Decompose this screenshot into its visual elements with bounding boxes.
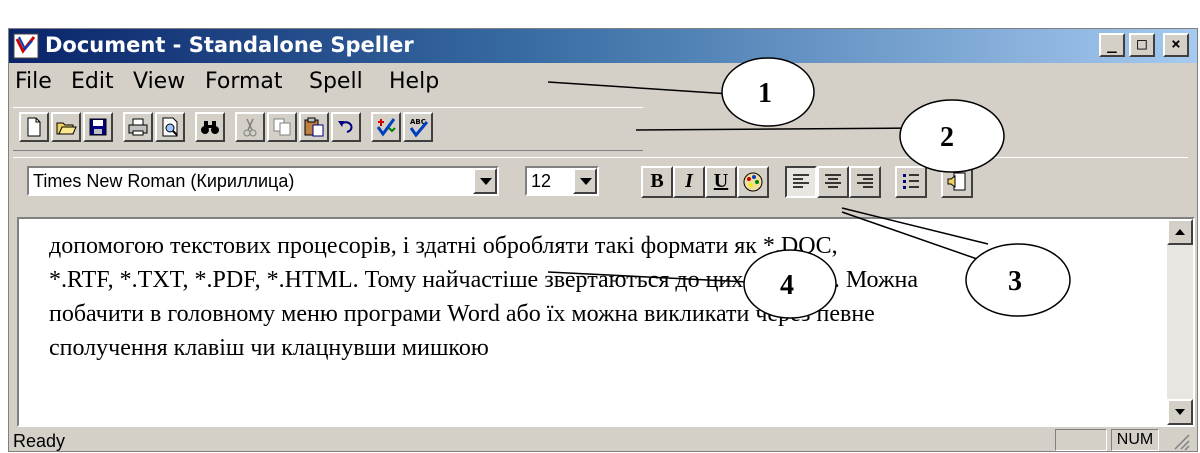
bullet-list-icon	[903, 174, 919, 189]
print-preview-icon	[162, 117, 178, 137]
status-pane-caps	[1055, 429, 1107, 451]
copy-icon	[273, 118, 291, 136]
new-button[interactable]	[19, 112, 49, 142]
speak-button[interactable]	[941, 166, 973, 198]
document-editor[interactable]: допомогою текстових процесорів, і здатні…	[17, 217, 1195, 427]
menu-view[interactable]: View	[133, 69, 185, 94]
status-text: Ready	[13, 431, 66, 451]
bold-button[interactable]: B	[641, 166, 673, 198]
speller-app-icon	[13, 33, 39, 59]
spell-check-icon	[376, 118, 396, 137]
cut-button[interactable]	[235, 112, 265, 142]
italic-button[interactable]: I	[673, 166, 705, 198]
vertical-scrollbar[interactable]	[1167, 219, 1193, 425]
scroll-up-button[interactable]	[1167, 219, 1193, 245]
spell-abc-icon: ABC	[409, 118, 429, 138]
font-size-value: 12	[531, 171, 552, 191]
close-button[interactable]: ×	[1163, 33, 1189, 57]
open-folder-icon	[56, 122, 77, 135]
font-name-value: Times New Roman (Кириллица)	[33, 171, 295, 191]
menu-format[interactable]: Format	[205, 69, 283, 94]
menu-spell[interactable]: Spell	[309, 69, 363, 94]
text-line: *.RTF, *.TXT, *.PDF, *.HTML. Тому найчас…	[49, 267, 919, 293]
size-dropdown-arrow[interactable]	[573, 168, 597, 194]
arrow-up-icon	[1175, 229, 1185, 235]
status-pane-num: NUM	[1111, 429, 1159, 451]
open-button[interactable]	[51, 112, 81, 142]
font-name-combo[interactable]: Times New Roman (Кириллица)	[27, 166, 499, 196]
undo-icon	[338, 121, 353, 133]
print-preview-button[interactable]	[155, 112, 185, 142]
standard-toolbar: ABC	[13, 107, 643, 151]
align-right-icon	[857, 174, 873, 188]
spell-check-button[interactable]	[371, 112, 401, 142]
text-line: сполучення клавіш чи клацнувши мишкою	[49, 335, 489, 361]
arrow-down-icon	[1175, 409, 1185, 415]
align-center-icon	[825, 174, 841, 188]
menu-edit[interactable]: Edit	[71, 69, 114, 94]
minimize-button[interactable]: _	[1099, 33, 1125, 57]
scroll-down-button[interactable]	[1167, 399, 1193, 425]
align-left-icon	[793, 174, 809, 188]
formatting-toolbar: Times New Roman (Кириллица) 12 B I U	[13, 157, 1188, 206]
find-icon	[201, 121, 219, 134]
color-palette-icon	[743, 172, 763, 192]
window-title: Document - Standalone Speller	[45, 33, 414, 57]
paste-button[interactable]	[299, 112, 329, 142]
underline-button[interactable]: U	[705, 166, 737, 198]
bullets-button[interactable]	[895, 166, 927, 198]
paste-icon	[304, 117, 324, 137]
save-button[interactable]	[83, 112, 113, 142]
font-dropdown-arrow[interactable]	[473, 168, 497, 194]
text-line: побачити в головному меню програми Word …	[49, 301, 875, 327]
save-icon	[89, 118, 107, 136]
cut-icon	[243, 118, 257, 137]
find-button[interactable]	[195, 112, 225, 142]
align-left-button[interactable]	[785, 166, 817, 198]
align-center-button[interactable]	[817, 166, 849, 198]
resize-grip-icon[interactable]	[1169, 431, 1191, 451]
application-window: Document - Standalone Speller _ □ × File…	[8, 28, 1198, 452]
print-icon	[128, 118, 148, 136]
document-text[interactable]: допомогою текстових процесорів, і здатні…	[49, 229, 1159, 365]
spell-abc-button[interactable]: ABC	[403, 112, 433, 142]
copy-button[interactable]	[267, 112, 297, 142]
align-right-button[interactable]	[849, 166, 881, 198]
color-button[interactable]	[737, 166, 769, 198]
undo-button[interactable]	[331, 112, 361, 142]
menu-file[interactable]: File	[15, 69, 52, 94]
text-line: допомогою текстових процесорів, і здатні…	[49, 233, 838, 259]
menu-help[interactable]: Help	[389, 69, 439, 94]
status-bar: Ready NUM	[9, 429, 1197, 453]
title-bar[interactable]: Document - Standalone Speller _ □ ×	[9, 29, 1197, 63]
new-document-icon	[27, 117, 41, 137]
speaker-page-icon	[947, 172, 966, 191]
font-size-combo[interactable]: 12	[525, 166, 599, 196]
print-button[interactable]	[123, 112, 153, 142]
maximize-button[interactable]: □	[1129, 33, 1155, 57]
